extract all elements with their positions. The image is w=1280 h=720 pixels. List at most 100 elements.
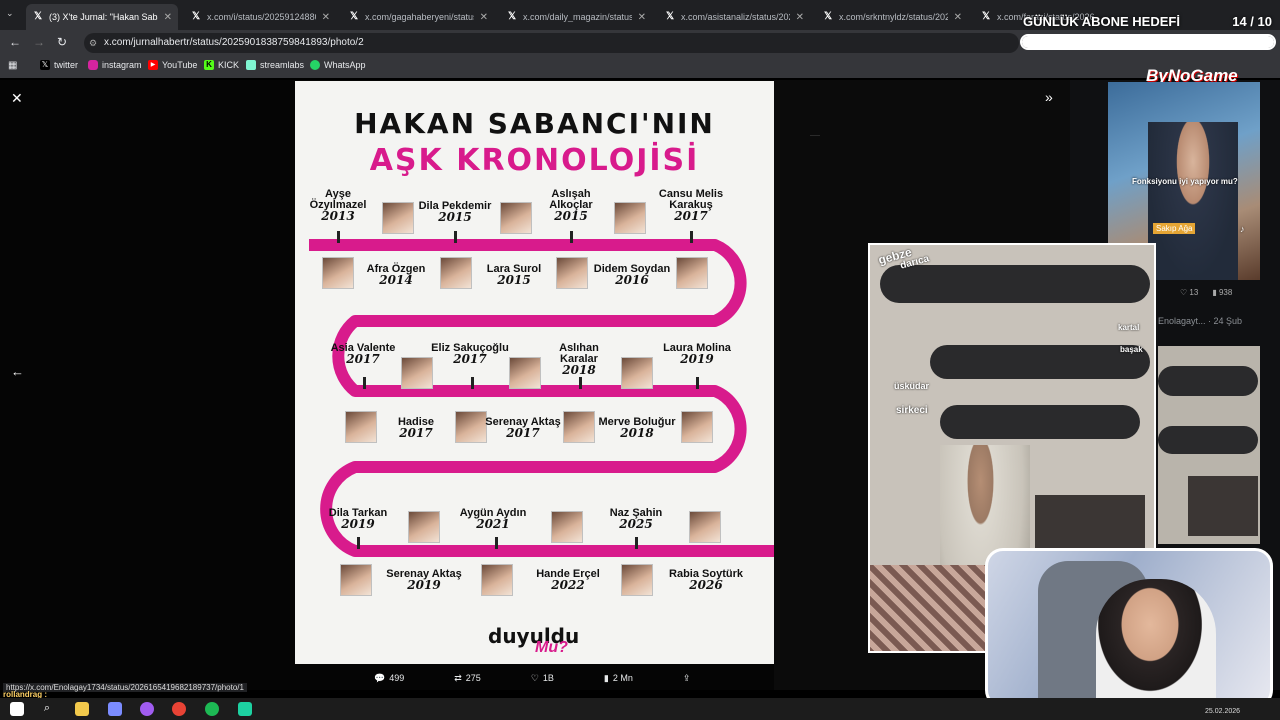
person-label: Afra Özgen 2014 (366, 263, 426, 287)
person-photo (621, 357, 653, 389)
tab-2[interactable]: 𝕏 x.com/i/status/2025912488034 ✕ (184, 4, 336, 30)
tiktok-stats: ♡ 13 ▮ 938 (1180, 288, 1232, 297)
person-photo (481, 564, 513, 596)
person-photo (322, 257, 354, 289)
tab-close-icon[interactable]: ✕ (796, 12, 804, 23)
x-logo-icon: 𝕏 (981, 11, 991, 22)
forward-arrow-icon[interactable]: → (33, 35, 45, 49)
tab-close-icon[interactable]: ✕ (954, 12, 962, 23)
close-viewer-icon[interactable]: ✕ (11, 90, 23, 107)
tab-close-icon[interactable]: ✕ (480, 12, 488, 23)
windows-start-icon[interactable] (10, 702, 24, 716)
tab-search-chevron-icon[interactable]: ⌄ (6, 8, 20, 22)
timeline-tick (690, 231, 693, 243)
instagram-icon (88, 60, 98, 70)
bookmark-twitter[interactable]: 𝕏 twitter (40, 60, 78, 70)
spotify-icon[interactable] (205, 702, 219, 716)
tab-1[interactable]: 𝕏 (3) X'te Jurnal: "Hakan Sabancı'n ✕ (26, 4, 178, 30)
webcam-overlay (985, 548, 1273, 708)
bookmark-whatsapp[interactable]: WhatsApp (310, 60, 366, 70)
reload-icon[interactable]: ↻ (57, 35, 67, 49)
person-photo (614, 202, 646, 234)
stove (1188, 476, 1258, 536)
x-logo-icon: 𝕏 (823, 11, 833, 22)
bookmark-youtube[interactable]: ▶ YouTube (148, 60, 197, 70)
apps-grid-icon[interactable]: ▦ (8, 60, 17, 71)
video-word: sirkeci (896, 405, 928, 416)
person-photo (340, 564, 372, 596)
person-label: Hadise 2017 (397, 416, 435, 440)
person-photo (345, 411, 377, 443)
share-button[interactable]: ⇪ (683, 670, 691, 686)
tab-3[interactable]: 𝕏 x.com/gagahaberyeni/status/2( ✕ (342, 4, 494, 30)
bookmark-instagram[interactable]: instagram (88, 60, 142, 70)
person-label: Ayşe Özyılmazel 2013 (309, 188, 367, 223)
pipe-shape (1158, 426, 1258, 454)
tab-4[interactable]: 𝕏 x.com/daily_magazin/status/2( ✕ (500, 4, 652, 30)
person-label: Serenay Aktaş 2017 (485, 416, 561, 440)
person-photo (440, 257, 472, 289)
app-icon[interactable] (238, 702, 252, 716)
timeline-tick (495, 537, 498, 549)
file-explorer-icon[interactable] (75, 702, 89, 716)
repost-button[interactable]: ⇄ 275 (454, 670, 481, 686)
duyuldu-logo-question: Mu? (535, 639, 568, 657)
bookmark-label: YouTube (162, 60, 198, 70)
expand-panel-icon[interactable]: » (1045, 89, 1053, 105)
person-label: Dila Tarkan 2019 (328, 507, 388, 531)
tiktok-tag: Sakıp Ağa (1153, 223, 1196, 234)
timeline-tick (363, 377, 366, 389)
previous-photo-icon[interactable]: ← (11, 364, 24, 379)
person-label: Merve Boluğur 2018 (598, 416, 676, 440)
like-button[interactable]: ♡ 1B (531, 670, 554, 686)
kick-icon: K (204, 60, 214, 70)
x-logo-icon: 𝕏 (33, 11, 43, 22)
tab-5-title: x.com/asistanaliz/status/20262 (681, 12, 790, 22)
tab-close-icon[interactable]: ✕ (638, 12, 646, 23)
pipe-shape (1158, 366, 1258, 396)
person-label: Laura Molina 2019 (663, 342, 731, 366)
url-field[interactable]: ⚙ x.com/jurnalhabertr/status/20259018387… (84, 33, 1019, 53)
tweet-actions: 💬 499 ⇄ 275 ♡ 1B ▮ 2 Mn ⇪ (360, 670, 720, 686)
timeline-tick (635, 537, 638, 549)
tiktok-likes: ♡ 13 (1180, 288, 1199, 297)
tab-close-icon[interactable]: ✕ (322, 12, 330, 23)
timeline-tick (337, 231, 340, 243)
views-count: 2 Mn (612, 673, 633, 683)
reply-button[interactable]: 💬 499 (374, 670, 404, 686)
poster-image: HAKAN SABANCI'NIN AŞK KRONOLOJİSİ Ayşe Ö… (295, 81, 774, 664)
search-icon[interactable]: ⌕ (40, 702, 54, 716)
repost-count: 275 (465, 673, 481, 683)
views-button[interactable]: ▮ 2 Mn (604, 670, 633, 686)
tiktok-caption: Fonksiyonu iyi yapıyor mu? (1132, 177, 1238, 186)
goal-title: GÜNLÜK ABONE HEDEFİ (1023, 14, 1180, 29)
bookmark-kick[interactable]: K KICK (204, 60, 239, 70)
site-info-icon[interactable]: ⚙ (89, 33, 97, 53)
repost-icon: ⇄ (454, 672, 462, 683)
tab-5[interactable]: 𝕏 x.com/asistanaliz/status/20262 ✕ (658, 4, 810, 30)
person-label: Didem Soydan 2016 (593, 263, 671, 287)
person-label: Lara Surol 2015 (486, 263, 542, 287)
tab-6[interactable]: 𝕏 x.com/srkntnyldz/status/20262 ✕ (816, 4, 968, 30)
back-arrow-icon[interactable]: ← (9, 35, 21, 49)
person-label: Aygün Aydın 2021 (459, 507, 527, 531)
chrome-icon[interactable] (172, 702, 186, 716)
x-logo-icon: 𝕏 (507, 11, 517, 22)
bookmark-label: streamlabs (260, 60, 305, 70)
pipe-shape (880, 265, 1150, 303)
timeline-tick (570, 231, 573, 243)
person-photo (681, 411, 713, 443)
bookmark-streamlabs[interactable]: streamlabs (246, 60, 304, 70)
tiktok-logo-icon: ♪ (1240, 224, 1245, 234)
app-icon[interactable] (108, 702, 122, 716)
reply-icon: 💬 (374, 672, 386, 683)
tab-close-icon[interactable]: ✕ (164, 12, 172, 23)
person-photo (509, 357, 541, 389)
app-icon[interactable] (140, 702, 154, 716)
youtube-icon: ▶ (148, 60, 158, 70)
bookmark-label: KICK (218, 60, 240, 70)
subscriber-goal-overlay: GÜNLÜK ABONE HEDEFİ 14 / 10 (1018, 12, 1278, 54)
pipe-shape (940, 405, 1140, 439)
right-post-meta: Enolagayt... · 24 Şub (1158, 316, 1243, 326)
share-icon: ⇪ (682, 672, 691, 683)
